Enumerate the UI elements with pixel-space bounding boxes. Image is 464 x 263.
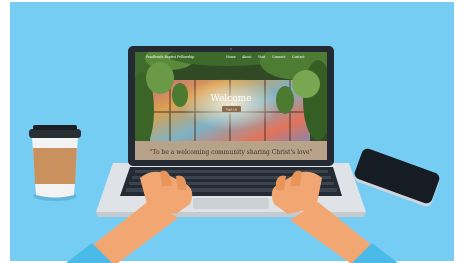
nav-item-connect[interactable]: Connect: [272, 55, 286, 59]
nav-item-about[interactable]: About: [241, 55, 252, 59]
tagline-text: "To be a welcoming community sharing Chr…: [150, 149, 313, 156]
site-name: Pendleside Baptist Fellowship: [146, 55, 194, 59]
hero-button-label: Visit Us: [225, 107, 238, 111]
nav-item-visit[interactable]: Visit: [257, 55, 266, 59]
nav-item-home[interactable]: Home: [226, 55, 236, 59]
hero-heading: Welcome: [210, 94, 251, 104]
laptop-illustration: Pendleside Baptist Fellowship Home About…: [10, 2, 454, 263]
webcam: [230, 48, 232, 50]
trackpad: [193, 198, 269, 209]
nav-item-contact[interactable]: Contact: [292, 55, 305, 59]
coffee-cup: [29, 125, 81, 201]
